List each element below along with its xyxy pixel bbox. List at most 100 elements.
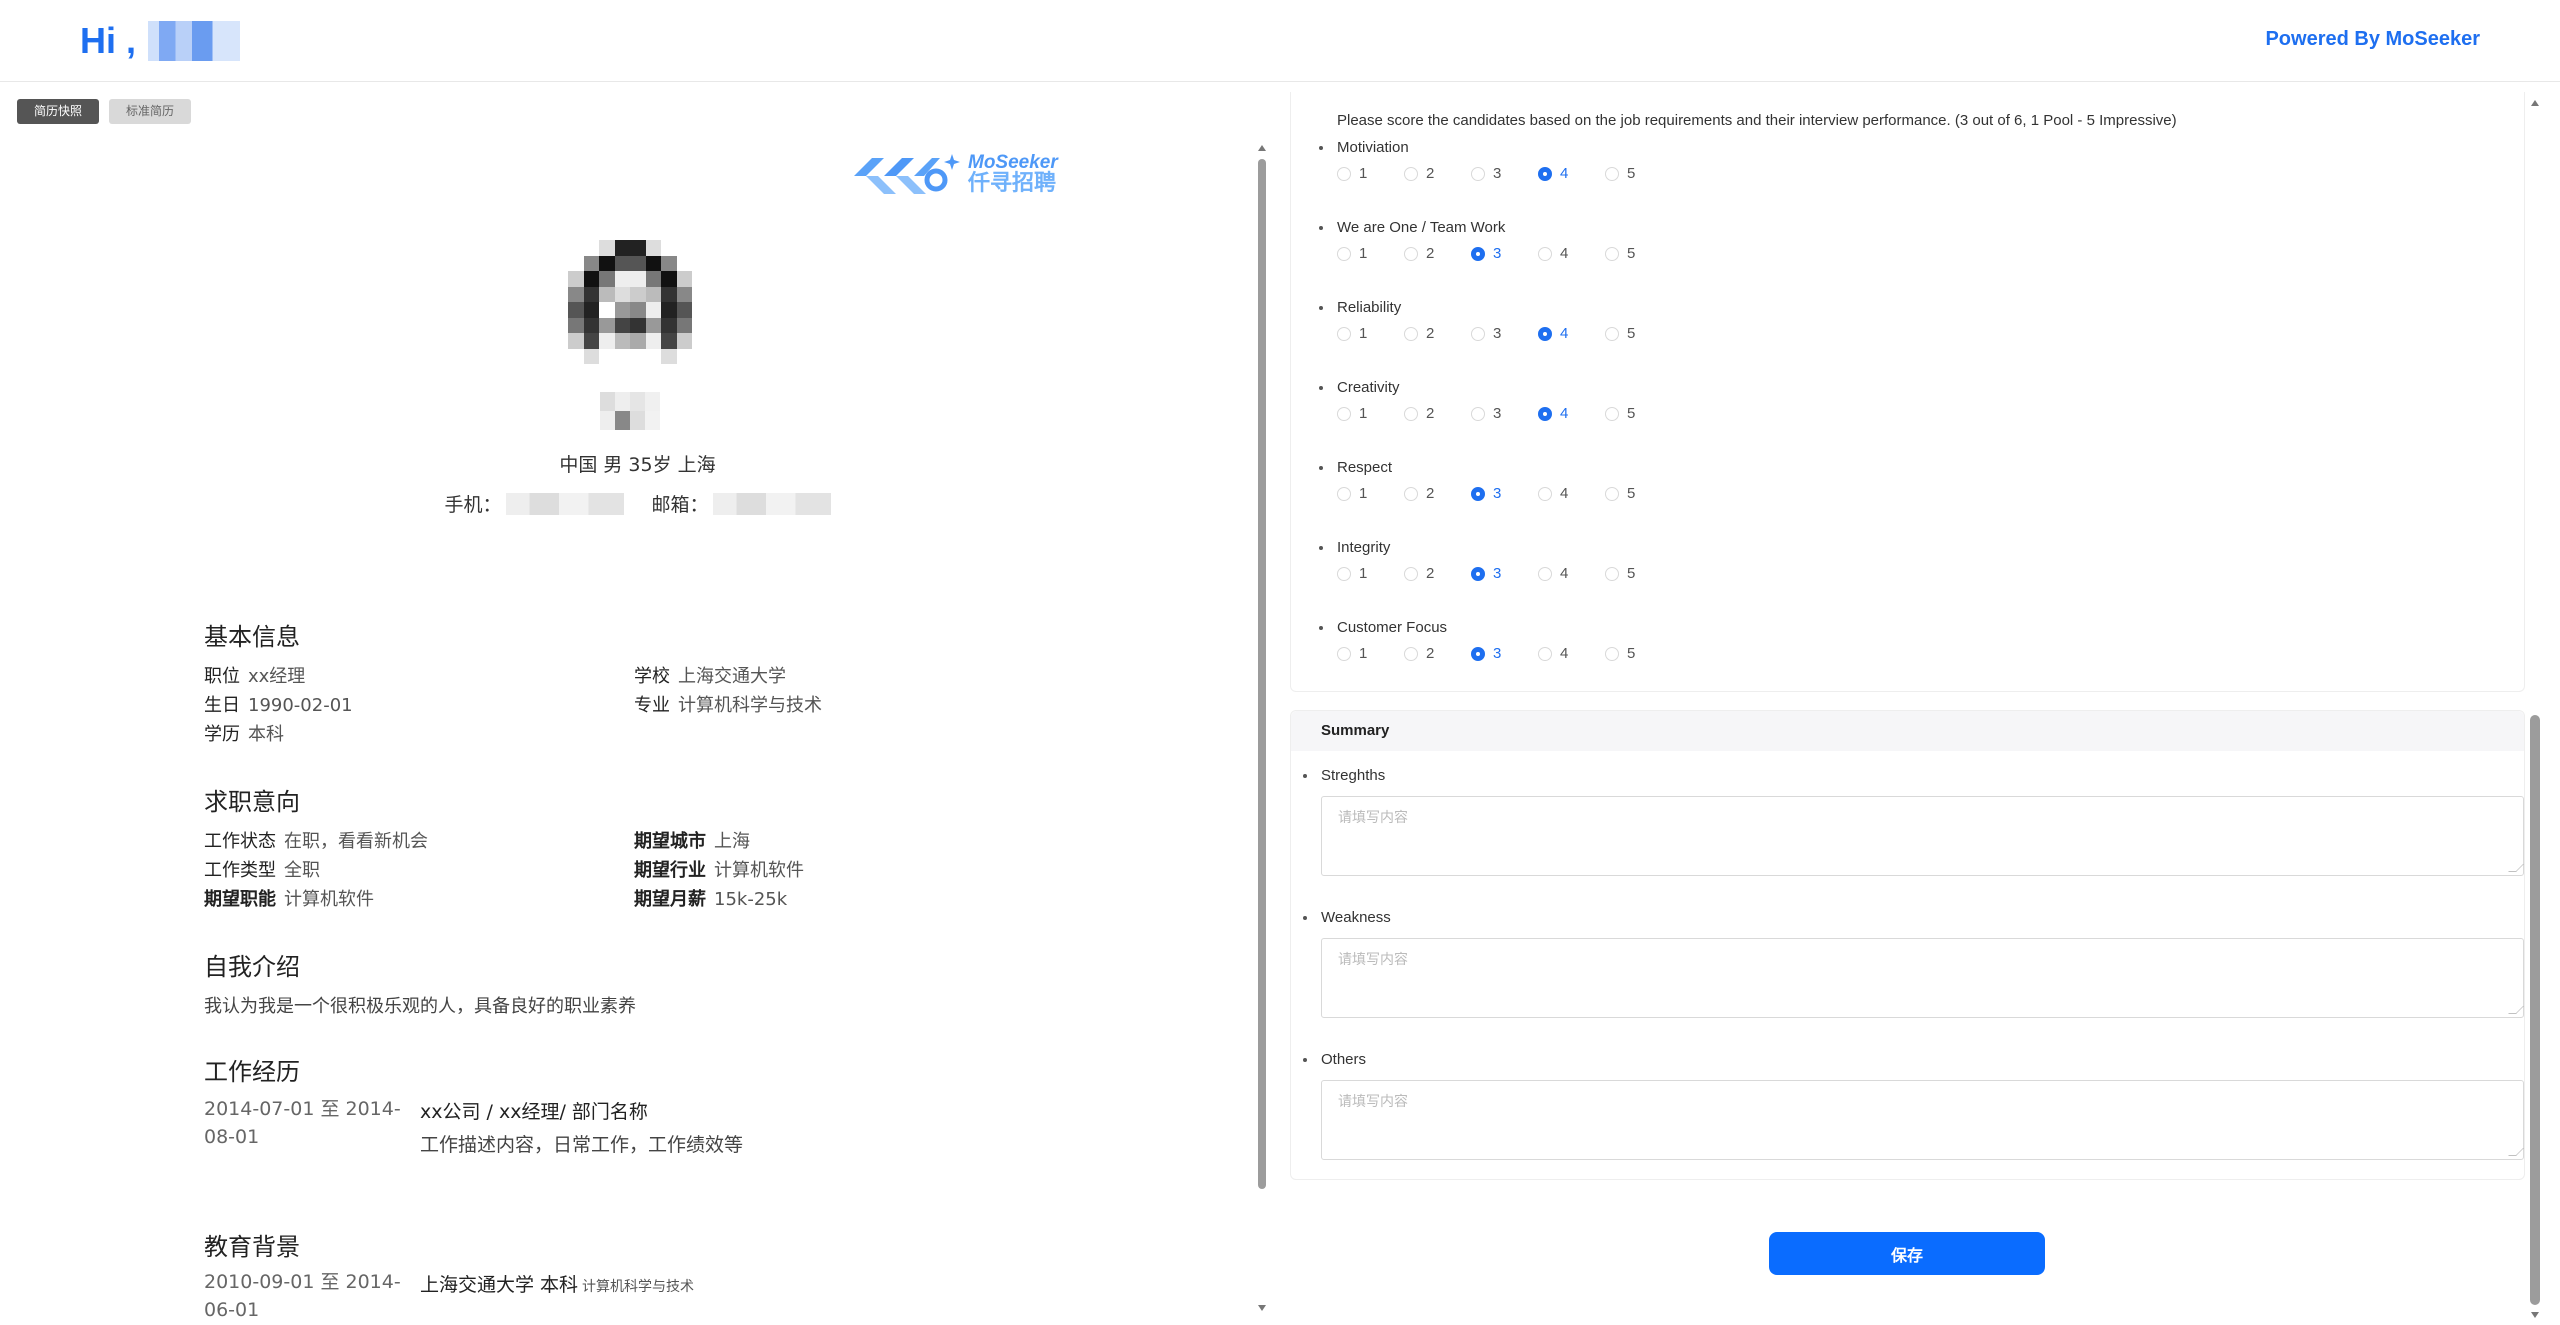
score-radio-4[interactable]: 4 (1538, 405, 1605, 422)
summary-title: Summary (1291, 711, 2524, 751)
radio-circle[interactable] (1337, 326, 1351, 341)
criterion-label: Motiviation (1319, 139, 2519, 156)
score-radio-2[interactable]: 2 (1404, 245, 1471, 262)
score-radio-4[interactable]: 4 (1538, 645, 1605, 662)
radio-circle[interactable] (1471, 326, 1485, 341)
save-button[interactable]: 保存 (1769, 1232, 2045, 1275)
score-radio-3[interactable]: 3 (1471, 165, 1538, 182)
score-radio-4[interactable]: 4 (1538, 485, 1605, 502)
radio-circle[interactable] (1471, 646, 1485, 661)
radio-circle[interactable] (1337, 486, 1351, 501)
radio-circle[interactable] (1471, 246, 1485, 261)
score-radio-4[interactable]: 4 (1538, 325, 1605, 342)
evaluation-scrollbar[interactable] (2530, 100, 2540, 1320)
radio-label: 2 (1426, 565, 1435, 582)
radio-circle[interactable] (1471, 486, 1485, 501)
education-school-name: 上海交通大学 本科 (420, 1274, 579, 1296)
radio-circle[interactable] (1404, 246, 1418, 261)
radio-circle[interactable] (1605, 246, 1619, 261)
radio-circle[interactable] (1605, 406, 1619, 421)
score-radio-3[interactable]: 3 (1471, 485, 1538, 502)
radio-circle[interactable] (1605, 326, 1619, 341)
scrollbar-thumb[interactable] (1258, 159, 1266, 1189)
resize-grip[interactable] (2508, 864, 2524, 872)
score-radio-5[interactable]: 5 (1605, 405, 1672, 422)
score-radio-5[interactable]: 5 (1605, 565, 1672, 582)
score-radio-3[interactable]: 3 (1471, 645, 1538, 662)
field-birthday: 生日 1990-02-01 (204, 691, 353, 717)
score-radio-5[interactable]: 5 (1605, 645, 1672, 662)
score-radio-3[interactable]: 3 (1471, 405, 1538, 422)
score-radio-4[interactable]: 4 (1538, 245, 1605, 262)
resize-grip[interactable] (2508, 1148, 2524, 1156)
score-radio-1[interactable]: 1 (1337, 565, 1404, 582)
radio-circle[interactable] (1538, 486, 1552, 501)
radio-circle[interactable] (1404, 326, 1418, 341)
radio-circle[interactable] (1538, 326, 1552, 341)
score-card: Please score the candidates based on the… (1290, 92, 2525, 692)
score-radio-5[interactable]: 5 (1605, 485, 1672, 502)
radio-circle[interactable] (1605, 566, 1619, 581)
candidate-basic-info: 中国 男 35岁 上海 (559, 454, 716, 476)
bullet (1319, 545, 1323, 550)
radio-circle[interactable] (1538, 566, 1552, 581)
score-radio-1[interactable]: 1 (1337, 485, 1404, 502)
score-radio-4[interactable]: 4 (1538, 165, 1605, 182)
score-radio-4[interactable]: 4 (1538, 565, 1605, 582)
score-radio-1[interactable]: 1 (1337, 645, 1404, 662)
score-radio-2[interactable]: 2 (1404, 165, 1471, 182)
tab-resume-snapshot[interactable]: 简历快照 (17, 99, 100, 124)
others-label-text: Others (1321, 1051, 1367, 1068)
radio-circle[interactable] (1337, 166, 1351, 181)
radio-circle[interactable] (1337, 646, 1351, 661)
others-placeholder: 请填写内容 (1338, 1094, 1408, 1110)
scroll-down-arrow[interactable] (1258, 1305, 1266, 1311)
score-radio-2[interactable]: 2 (1404, 565, 1471, 582)
radio-circle[interactable] (1605, 486, 1619, 501)
radio-circle[interactable] (1538, 646, 1552, 661)
field-value: 上海交通大学 (678, 666, 786, 687)
score-radio-5[interactable]: 5 (1605, 325, 1672, 342)
score-radio-1[interactable]: 1 (1337, 325, 1404, 342)
score-radio-2[interactable]: 2 (1404, 645, 1471, 662)
radio-circle[interactable] (1337, 406, 1351, 421)
scroll-down-arrow[interactable] (2531, 1312, 2539, 1318)
score-radio-3[interactable]: 3 (1471, 325, 1538, 342)
tab-standard-resume[interactable]: 标准简历 (109, 99, 192, 124)
radio-circle[interactable] (1404, 646, 1418, 661)
radio-circle[interactable] (1404, 486, 1418, 501)
radio-circle[interactable] (1538, 406, 1552, 421)
score-radio-1[interactable]: 1 (1337, 245, 1404, 262)
score-radio-3[interactable]: 3 (1471, 565, 1538, 582)
radio-circle[interactable] (1404, 566, 1418, 581)
others-textarea[interactable]: 请填写内容 (1321, 1080, 2524, 1160)
score-radio-group: 1 2 3 4 5 (1337, 165, 2519, 182)
score-radio-5[interactable]: 5 (1605, 245, 1672, 262)
radio-circle[interactable] (1337, 566, 1351, 581)
radio-circle[interactable] (1538, 246, 1552, 261)
radio-circle[interactable] (1337, 246, 1351, 261)
radio-circle[interactable] (1471, 566, 1485, 581)
radio-circle[interactable] (1605, 646, 1619, 661)
radio-circle[interactable] (1471, 406, 1485, 421)
radio-circle[interactable] (1404, 166, 1418, 181)
score-radio-1[interactable]: 1 (1337, 165, 1404, 182)
field-expected-salary: 期望月薪 15k-25k (634, 885, 787, 911)
resize-grip[interactable] (2508, 1006, 2524, 1014)
score-radio-2[interactable]: 2 (1404, 325, 1471, 342)
scrollbar-thumb[interactable] (2530, 715, 2540, 1305)
score-radio-1[interactable]: 1 (1337, 405, 1404, 422)
resume-scrollbar[interactable] (1258, 145, 1266, 1315)
score-radio-5[interactable]: 5 (1605, 165, 1672, 182)
scroll-up-arrow[interactable] (2531, 100, 2539, 106)
strengths-textarea[interactable]: 请填写内容 (1321, 796, 2524, 876)
radio-circle[interactable] (1538, 166, 1552, 181)
score-radio-3[interactable]: 3 (1471, 245, 1538, 262)
weakness-textarea[interactable]: 请填写内容 (1321, 938, 2524, 1018)
score-radio-2[interactable]: 2 (1404, 485, 1471, 502)
radio-circle[interactable] (1471, 166, 1485, 181)
scroll-up-arrow[interactable] (1258, 145, 1266, 151)
score-radio-2[interactable]: 2 (1404, 405, 1471, 422)
radio-circle[interactable] (1404, 406, 1418, 421)
radio-circle[interactable] (1605, 166, 1619, 181)
